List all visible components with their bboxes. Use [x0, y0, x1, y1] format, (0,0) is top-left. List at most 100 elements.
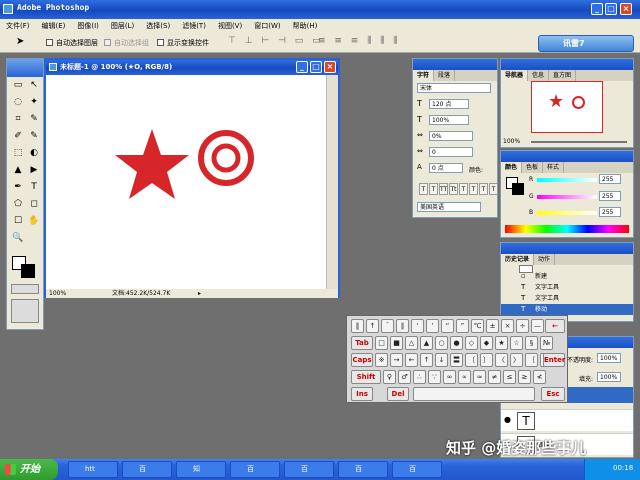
start-button[interactable]: 开始 [0, 459, 58, 480]
baseline-field[interactable]: 0 点 [429, 163, 463, 173]
checkbox-show-transform[interactable] [157, 39, 164, 46]
key-symbol[interactable]: ● [450, 336, 463, 350]
key-symbol[interactable]: ※ [375, 353, 388, 367]
status-zoom[interactable]: 100% [49, 289, 66, 298]
close-button[interactable]: × [620, 3, 632, 15]
key-symbol[interactable]: ≮ [533, 370, 546, 384]
menu-item-2[interactable]: 图像(I) [71, 19, 105, 33]
type-style-button-6[interactable]: T [479, 183, 488, 195]
move-icon[interactable]: ↖ [27, 79, 41, 91]
esc-key[interactable]: Esc [541, 387, 565, 401]
key-symbol[interactable]: ♂ [398, 370, 411, 384]
tab-histogram[interactable]: 直方图 [549, 70, 577, 81]
type-icon[interactable]: T [27, 181, 41, 193]
key-symbol[interactable]: × [501, 319, 514, 333]
key-symbol[interactable]: ± [486, 319, 499, 333]
gradient-icon[interactable]: ▲ [11, 164, 25, 176]
tab-styles[interactable]: 样式 [543, 162, 565, 173]
zoom-icon[interactable]: 🔍 [11, 232, 25, 244]
align-icons[interactable]: ⊤ ⊥ ⊢ ⊣ ▭ ▭ [228, 36, 324, 46]
key-symbol[interactable]: 〉 [510, 353, 523, 367]
heal-icon[interactable]: ✎ [27, 113, 41, 125]
type-style-button-1[interactable]: T [429, 183, 438, 195]
key-symbol[interactable]: ◇ [465, 336, 478, 350]
r-slider[interactable] [537, 178, 597, 182]
key-symbol[interactable]: § [525, 336, 538, 350]
r-value[interactable]: 255 [599, 174, 621, 184]
status-arrow-icon[interactable]: ▸ [198, 289, 201, 298]
type-style-button-4[interactable]: T [459, 183, 468, 195]
key-symbol[interactable]: ▲ [420, 336, 433, 350]
tab-history[interactable]: 历史记录 [501, 254, 535, 265]
key-symbol[interactable]: 〓 [450, 353, 463, 367]
b-slider[interactable] [537, 211, 597, 215]
kerning-field[interactable]: 0 [429, 147, 473, 157]
brush-icon[interactable]: ✐ [11, 130, 25, 142]
key-symbol[interactable]: ○ [435, 336, 448, 350]
taskbar-item[interactable]: 百 [230, 461, 280, 478]
doc-maximize-button[interactable]: □ [310, 61, 322, 73]
magic-wand-icon[interactable]: ✦ [27, 96, 41, 108]
history-brush-icon[interactable]: ⬚ [11, 147, 25, 159]
crop-icon[interactable]: ⌗ [11, 113, 25, 125]
key-symbol[interactable]: ” [456, 319, 469, 333]
key-symbol[interactable]: ∞ [443, 370, 456, 384]
doc-minimize-button[interactable]: _ [296, 61, 308, 73]
backspace-key[interactable]: ← [545, 319, 565, 333]
tab-key[interactable]: Tab [351, 336, 373, 350]
key-symbol[interactable]: ∥ [396, 319, 409, 333]
navigator-zoom-slider[interactable] [531, 141, 627, 143]
opacity-field[interactable]: 100% [597, 353, 621, 363]
key-symbol[interactable]: ∴ [413, 370, 426, 384]
taskbar-item[interactable]: 知 [176, 461, 226, 478]
key-symbol[interactable]: ‘ [411, 319, 424, 333]
type-style-button-3[interactable]: Tt [449, 183, 458, 195]
key-symbol[interactable]: 〈 [495, 353, 508, 367]
font-size-field[interactable]: 120 点 [429, 99, 469, 109]
key-symbol[interactable]: 〔 [465, 353, 478, 367]
concentric-circle-shape[interactable] [196, 128, 256, 188]
key-symbol[interactable]: → [390, 353, 403, 367]
checkbox-auto-select[interactable] [46, 39, 53, 46]
key-symbol[interactable]: ↑ [366, 319, 379, 333]
vertical-scale-field[interactable]: 100% [429, 115, 469, 125]
minimize-button[interactable]: _ [591, 3, 603, 15]
stamp-icon[interactable]: ✎ [27, 130, 41, 142]
space-key[interactable] [413, 387, 535, 401]
key-symbol[interactable]: ↓ [435, 353, 448, 367]
screen-mode-buttons[interactable] [11, 299, 39, 323]
checkbox-auto-align[interactable] [104, 39, 111, 46]
navigator-preview[interactable]: ★ [531, 81, 603, 133]
tab-paragraph[interactable]: 段落 [434, 70, 456, 81]
key-symbol[interactable]: ∝ [458, 370, 471, 384]
brand-logo[interactable]: 讯雷7 [538, 35, 634, 52]
menu-item-1[interactable]: 编辑(E) [36, 19, 72, 33]
taskbar-item[interactable]: 百 [122, 461, 172, 478]
g-slider[interactable] [537, 195, 597, 199]
key-symbol[interactable]: ℃ [471, 319, 484, 333]
key-symbol[interactable]: ◆ [480, 336, 493, 350]
background-color-swatch[interactable] [21, 264, 35, 278]
key-symbol[interactable]: ∵ [428, 370, 441, 384]
menu-item-4[interactable]: 选择(S) [140, 19, 176, 33]
menu-item-8[interactable]: 帮助(H) [287, 19, 324, 33]
eraser-icon[interactable]: ◐ [27, 147, 41, 159]
canvas[interactable] [46, 75, 326, 289]
type-style-button-5[interactable]: T [469, 183, 478, 195]
taskbar-item[interactable]: 百 [338, 461, 388, 478]
notes-icon[interactable]: ☐ [11, 215, 25, 227]
tab-swatches[interactable]: 色板 [522, 162, 544, 173]
del-key[interactable]: Del [387, 387, 409, 401]
caps-key[interactable]: Caps [351, 353, 373, 367]
taskbar-item[interactable]: 百 [392, 461, 442, 478]
layer-row-text[interactable]: ● T [501, 409, 633, 431]
key-symbol[interactable]: ← [405, 353, 418, 367]
color-spectrum[interactable] [505, 225, 629, 233]
fill-field[interactable]: 100% [597, 372, 621, 382]
key-symbol[interactable]: ≥ [518, 370, 531, 384]
menu-item-5[interactable]: 滤镜(T) [176, 19, 212, 33]
menu-item-3[interactable]: 图层(L) [105, 19, 140, 33]
tab-character[interactable]: 字符 [413, 70, 435, 81]
hand-icon[interactable]: ✋ [27, 215, 41, 227]
maximize-button[interactable]: □ [605, 3, 617, 15]
